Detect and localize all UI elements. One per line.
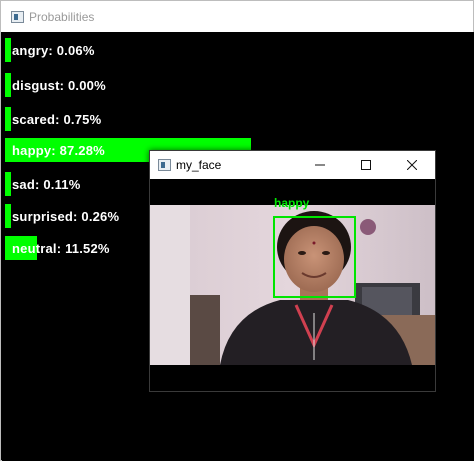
prob-bar-disgust	[5, 73, 11, 97]
webcam-view: happy	[150, 179, 435, 391]
prob-bar-sad	[5, 172, 11, 196]
minimize-button[interactable]	[297, 151, 343, 179]
prob-label-sad: sad: 0.11%	[12, 177, 81, 192]
prob-label-scared: scared: 0.75%	[12, 112, 102, 127]
emotion-label: happy	[274, 196, 310, 210]
window-app-icon	[158, 159, 171, 171]
face-window-title: my_face	[176, 158, 222, 172]
prob-bar-surprised	[5, 204, 11, 228]
prob-label-neutral: neutral: 11.52%	[12, 241, 110, 256]
prob-bar-angry	[5, 38, 11, 62]
maximize-icon	[361, 160, 371, 170]
close-icon	[407, 160, 417, 170]
prob-label-angry: angry: 0.06%	[12, 43, 95, 58]
face-titlebar[interactable]: my_face	[150, 151, 435, 179]
close-button[interactable]	[389, 151, 435, 179]
maximize-button[interactable]	[343, 151, 389, 179]
prob-label-happy: happy: 87.28%	[12, 143, 105, 158]
prob-bar-scared	[5, 107, 11, 131]
face-bounding-box	[273, 216, 356, 298]
prob-label-surprised: surprised: 0.26%	[12, 209, 120, 224]
prob-label-disgust: disgust: 0.00%	[12, 78, 106, 93]
face-window: my_face happy	[149, 150, 436, 392]
probabilities-titlebar[interactable]: Probabilities	[1, 1, 473, 32]
window-app-icon	[11, 10, 24, 23]
probabilities-title: Probabilities	[29, 9, 95, 24]
minimize-icon	[315, 164, 325, 166]
